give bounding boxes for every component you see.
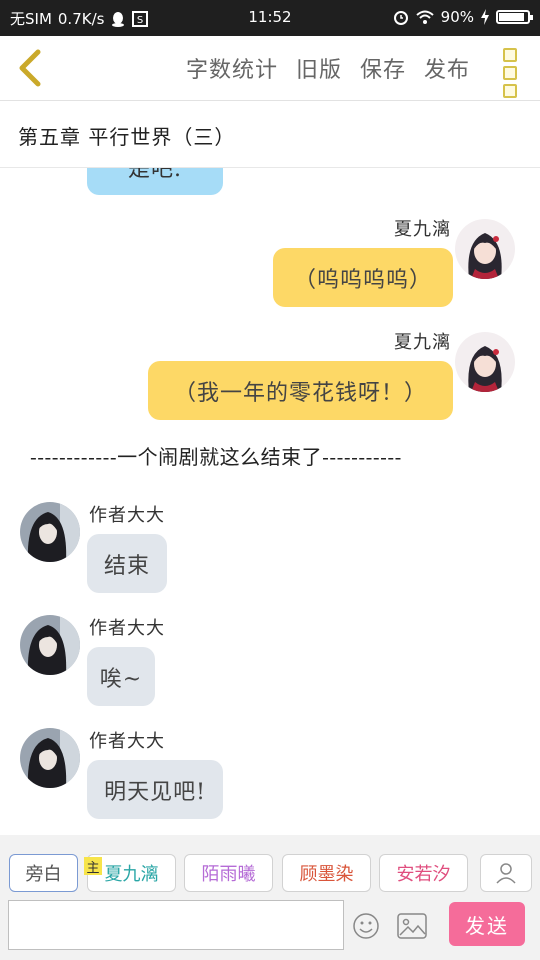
wifi-icon [415, 10, 434, 24]
save-button[interactable]: 保存 [360, 52, 406, 84]
avatar[interactable] [20, 502, 80, 562]
message-text: （我一年的零花钱呀！） [173, 380, 427, 406]
status-bar: 无SIM 0.7K/s S 11:52 90% [0, 0, 540, 36]
old-version-button[interactable]: 旧版 [296, 52, 342, 84]
send-button[interactable]: 发送 [449, 902, 525, 946]
role-label: 安若汐 [396, 864, 451, 885]
input-bar: 发送 [0, 895, 540, 960]
role-mo-yuxi[interactable]: 陌雨曦 [184, 854, 273, 892]
role-gu-moran[interactable]: 顾墨染 [282, 854, 371, 892]
role-label: 夏九漓 [104, 864, 159, 885]
charging-icon [481, 9, 489, 25]
main-character-badge: 主 [84, 857, 102, 876]
message-bubble[interactable]: 是吧. [87, 167, 223, 195]
role-label: 顾墨染 [299, 864, 354, 885]
message-bubble[interactable]: （我一年的零花钱呀！） [148, 361, 453, 420]
sender-name: 作者大大 [89, 731, 165, 752]
publish-button[interactable]: 发布 [424, 52, 470, 84]
message-input[interactable] [8, 900, 344, 950]
sender-name: 作者大大 [89, 618, 165, 639]
battery-fill [499, 13, 525, 21]
add-role-button[interactable] [480, 854, 532, 892]
role-label: 旁白 [25, 864, 62, 885]
status-right: 90% [393, 8, 533, 26]
message-text: 明天见吧! [104, 779, 206, 805]
vertical-dots-icon[interactable] [500, 48, 520, 98]
battery-percent: 90% [440, 8, 474, 26]
role-selector-bar: 旁白 主 夏九漓 陌雨曦 顾墨染 安若汐 [0, 835, 540, 895]
sender-name: 夏九漓 [394, 332, 451, 353]
avatar[interactable] [455, 332, 515, 392]
message-text: 唉~ [99, 666, 143, 692]
image-icon[interactable] [397, 913, 427, 939]
message-bubble[interactable]: 结束 [87, 534, 167, 593]
message-bubble[interactable]: 明天见吧! [87, 760, 223, 819]
battery-icon [496, 10, 533, 24]
sender-name: 作者大大 [89, 505, 165, 526]
message-bubble[interactable]: （呜呜呜呜） [273, 248, 453, 307]
avatar[interactable] [20, 615, 80, 675]
role-an-ruoxi[interactable]: 安若汐 [379, 854, 468, 892]
sender-name: 夏九漓 [394, 219, 451, 240]
emoji-icon[interactable] [352, 912, 380, 940]
word-count-button[interactable]: 字数统计 [186, 52, 278, 84]
avatar[interactable] [20, 728, 80, 788]
message-bubble[interactable]: 唉~ [87, 647, 155, 706]
narration-line[interactable]: ------------一个闹剧就这么结束了----------- [30, 441, 402, 470]
chat-area[interactable]: 是吧. 夏九漓 （呜呜呜呜） 夏九漓 （我一年的零花钱呀！） ---------… [0, 167, 540, 835]
message-text: 结束 [103, 553, 150, 579]
avatar[interactable] [455, 219, 515, 279]
role-label: 陌雨曦 [201, 864, 256, 885]
role-narrator[interactable]: 旁白 [9, 854, 78, 892]
message-text: （呜呜呜呜） [293, 267, 432, 293]
alarm-icon [393, 11, 408, 25]
message-text: 是吧. [128, 167, 182, 182]
editor-toolbar: 字数统计 旧版 保存 发布 [0, 36, 540, 101]
chevron-left-icon[interactable] [12, 46, 52, 90]
chapter-header: 第五章 平行世界（三） [0, 101, 540, 168]
chapter-title[interactable]: 第五章 平行世界（三） [18, 121, 235, 150]
toolbar-actions: 字数统计 旧版 保存 发布 [186, 52, 470, 84]
user-icon [496, 863, 516, 884]
